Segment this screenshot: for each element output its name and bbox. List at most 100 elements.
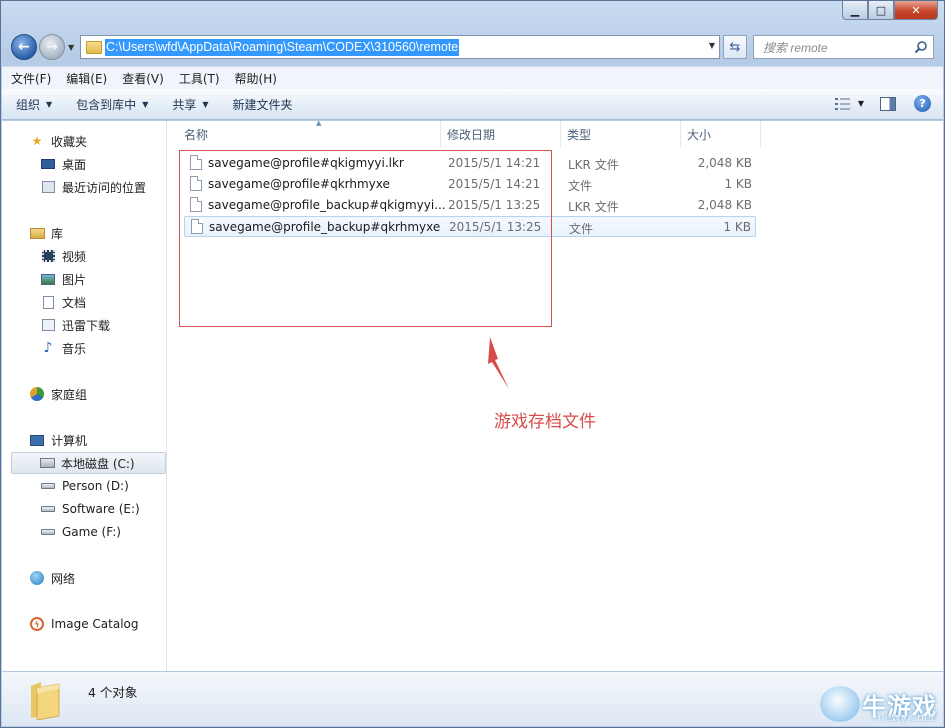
column-header-name[interactable]: 名称 ▲ bbox=[178, 119, 441, 147]
nav-label: 库 bbox=[51, 226, 64, 241]
nav-favorites[interactable]: ★ 收藏夹 bbox=[2, 130, 166, 152]
column-header-type[interactable]: 类型 bbox=[561, 121, 681, 147]
annotation-label: 游戏存档文件 bbox=[494, 412, 596, 432]
refresh-icon: ⇆ bbox=[729, 39, 741, 55]
nav-videos[interactable]: 视频 bbox=[2, 245, 166, 267]
nav-image-catalog[interactable]: ϟ Image Catalog bbox=[2, 613, 166, 635]
close-button[interactable]: ✕ bbox=[894, 1, 938, 20]
annotation-arrow-icon bbox=[488, 337, 509, 389]
drive-icon bbox=[40, 525, 56, 539]
address-bar[interactable]: C:\Users\wfd\AppData\Roaming\Steam\CODEX… bbox=[80, 35, 720, 59]
chevron-down-icon[interactable]: ▼ bbox=[709, 41, 715, 50]
organize-button[interactable]: 组织 ▼ bbox=[16, 96, 52, 113]
nav-label: 最近访问的位置 bbox=[62, 180, 147, 195]
nav-label: Person (D:) bbox=[62, 479, 129, 493]
nav-network[interactable]: 网络 bbox=[2, 567, 166, 589]
search-box[interactable]: 搜索 remote bbox=[753, 35, 934, 59]
desktop-icon bbox=[40, 157, 56, 171]
star-icon: ★ bbox=[31, 134, 43, 148]
item-count: 4 个对象 bbox=[88, 685, 138, 700]
folder-icon bbox=[31, 682, 60, 720]
nav-homegroup[interactable]: 家庭组 bbox=[2, 383, 166, 405]
nav-label: 视频 bbox=[62, 249, 87, 264]
nav-label: 本地磁盘 (C:) bbox=[61, 456, 135, 471]
drive-icon bbox=[40, 502, 56, 516]
chevron-down-icon: ▼ bbox=[202, 99, 209, 109]
recent-places-icon bbox=[40, 180, 56, 194]
maximize-button[interactable]: □ bbox=[868, 1, 894, 20]
refresh-button[interactable]: ⇆ bbox=[723, 35, 747, 59]
file-type: 文件 bbox=[568, 179, 593, 193]
file-list-pane: 名称 ▲ 修改日期 类型 大小 savegame@profile#qkigmyy… bbox=[168, 119, 943, 671]
chevron-down-icon[interactable]: ▼ bbox=[858, 99, 864, 108]
preview-pane-icon[interactable] bbox=[880, 96, 896, 111]
status-bar: 4 个对象 牛游戏 newyx.net bbox=[2, 671, 943, 726]
menu-file[interactable]: 文件(F) bbox=[11, 70, 51, 87]
nav-desktop[interactable]: 桌面 bbox=[2, 153, 166, 175]
nav-pictures[interactable]: 图片 bbox=[2, 268, 166, 290]
caption-buttons: ▁ □ ✕ bbox=[842, 1, 938, 20]
menu-help[interactable]: 帮助(H) bbox=[235, 70, 277, 87]
library-icon bbox=[29, 226, 45, 240]
image-catalog-icon: ϟ bbox=[29, 617, 45, 631]
nav-label: Game (F:) bbox=[62, 525, 121, 539]
nav-label: 网络 bbox=[51, 571, 76, 586]
navigation-pane: ★ 收藏夹 桌面 最近访问的位置 库 视频 图片 文档 迅雷下载 ♪ 音乐 家庭… bbox=[2, 121, 167, 671]
organize-label: 组织 bbox=[16, 97, 41, 112]
nav-recent[interactable]: 最近访问的位置 bbox=[2, 176, 166, 198]
nav-label: 家庭组 bbox=[51, 387, 88, 402]
menu-bar: 文件(F) 编辑(E) 查看(V) 工具(T) 帮助(H) bbox=[2, 66, 943, 89]
nav-drive-c[interactable]: 本地磁盘 (C:) bbox=[11, 452, 166, 474]
watermark-logo-icon bbox=[820, 686, 860, 722]
computer-icon bbox=[29, 433, 45, 447]
search-icon[interactable] bbox=[914, 40, 928, 54]
network-icon bbox=[29, 571, 45, 585]
file-type: 文件 bbox=[569, 222, 594, 236]
nav-label: Image Catalog bbox=[51, 617, 139, 631]
nav-xunlei[interactable]: 迅雷下载 bbox=[2, 314, 166, 336]
navigation-row: ← → ▼ C:\Users\wfd\AppData\Roaming\Steam… bbox=[9, 34, 934, 60]
minimize-button[interactable]: ▁ bbox=[842, 1, 868, 20]
nav-music[interactable]: ♪ 音乐 bbox=[2, 337, 166, 359]
download-folder-icon bbox=[40, 318, 56, 332]
menu-tools[interactable]: 工具(T) bbox=[179, 70, 220, 87]
nav-libraries[interactable]: 库 bbox=[2, 222, 166, 244]
arrow-right-icon: → bbox=[46, 39, 58, 55]
chevron-down-icon: ▼ bbox=[142, 99, 149, 109]
menu-edit[interactable]: 编辑(E) bbox=[66, 70, 107, 87]
video-icon bbox=[40, 249, 56, 263]
column-label: 修改日期 bbox=[447, 127, 496, 142]
homegroup-icon bbox=[29, 387, 45, 401]
sort-arrow-icon: ▲ bbox=[316, 119, 322, 127]
column-header-size[interactable]: 大小 bbox=[681, 121, 761, 147]
column-header-date[interactable]: 修改日期 bbox=[441, 121, 561, 147]
include-library-button[interactable]: 包含到库中 ▼ bbox=[76, 96, 148, 113]
music-note-icon: ♪ bbox=[43, 340, 53, 356]
address-path[interactable]: C:\Users\wfd\AppData\Roaming\Steam\CODEX… bbox=[105, 38, 460, 56]
file-size: 1 KB bbox=[723, 220, 751, 234]
watermark-subtext: newyx.net bbox=[877, 711, 935, 724]
watermark: 牛游戏 newyx.net bbox=[820, 686, 937, 724]
new-folder-label: 新建文件夹 bbox=[232, 97, 293, 112]
nav-drive-d[interactable]: Person (D:) bbox=[2, 475, 166, 497]
nav-documents[interactable]: 文档 bbox=[2, 291, 166, 313]
menu-view[interactable]: 查看(V) bbox=[122, 70, 164, 87]
back-button[interactable]: ← bbox=[11, 34, 37, 60]
nav-drive-e[interactable]: Software (E:) bbox=[2, 498, 166, 520]
body-area: ★ 收藏夹 桌面 最近访问的位置 库 视频 图片 文档 迅雷下载 ♪ 音乐 家庭… bbox=[2, 119, 943, 671]
command-bar: 组织 ▼ 包含到库中 ▼ 共享 ▼ 新建文件夹 ▼ ? bbox=[2, 89, 943, 120]
forward-button[interactable]: → bbox=[39, 34, 65, 60]
search-input[interactable]: 搜索 remote bbox=[763, 39, 828, 56]
nav-label: 迅雷下载 bbox=[62, 318, 111, 333]
nav-computer[interactable]: 计算机 bbox=[2, 429, 166, 451]
nav-label: 桌面 bbox=[62, 157, 87, 172]
new-folder-button[interactable]: 新建文件夹 bbox=[233, 96, 293, 113]
recent-pages-dropdown[interactable]: ▼ bbox=[68, 43, 74, 52]
nav-label: 文档 bbox=[62, 295, 87, 310]
view-options-icon[interactable] bbox=[834, 97, 852, 111]
share-button[interactable]: 共享 ▼ bbox=[172, 96, 208, 113]
folder-icon bbox=[86, 40, 102, 54]
picture-icon bbox=[40, 272, 56, 286]
nav-drive-f[interactable]: Game (F:) bbox=[2, 521, 166, 543]
help-icon[interactable]: ? bbox=[914, 95, 931, 112]
